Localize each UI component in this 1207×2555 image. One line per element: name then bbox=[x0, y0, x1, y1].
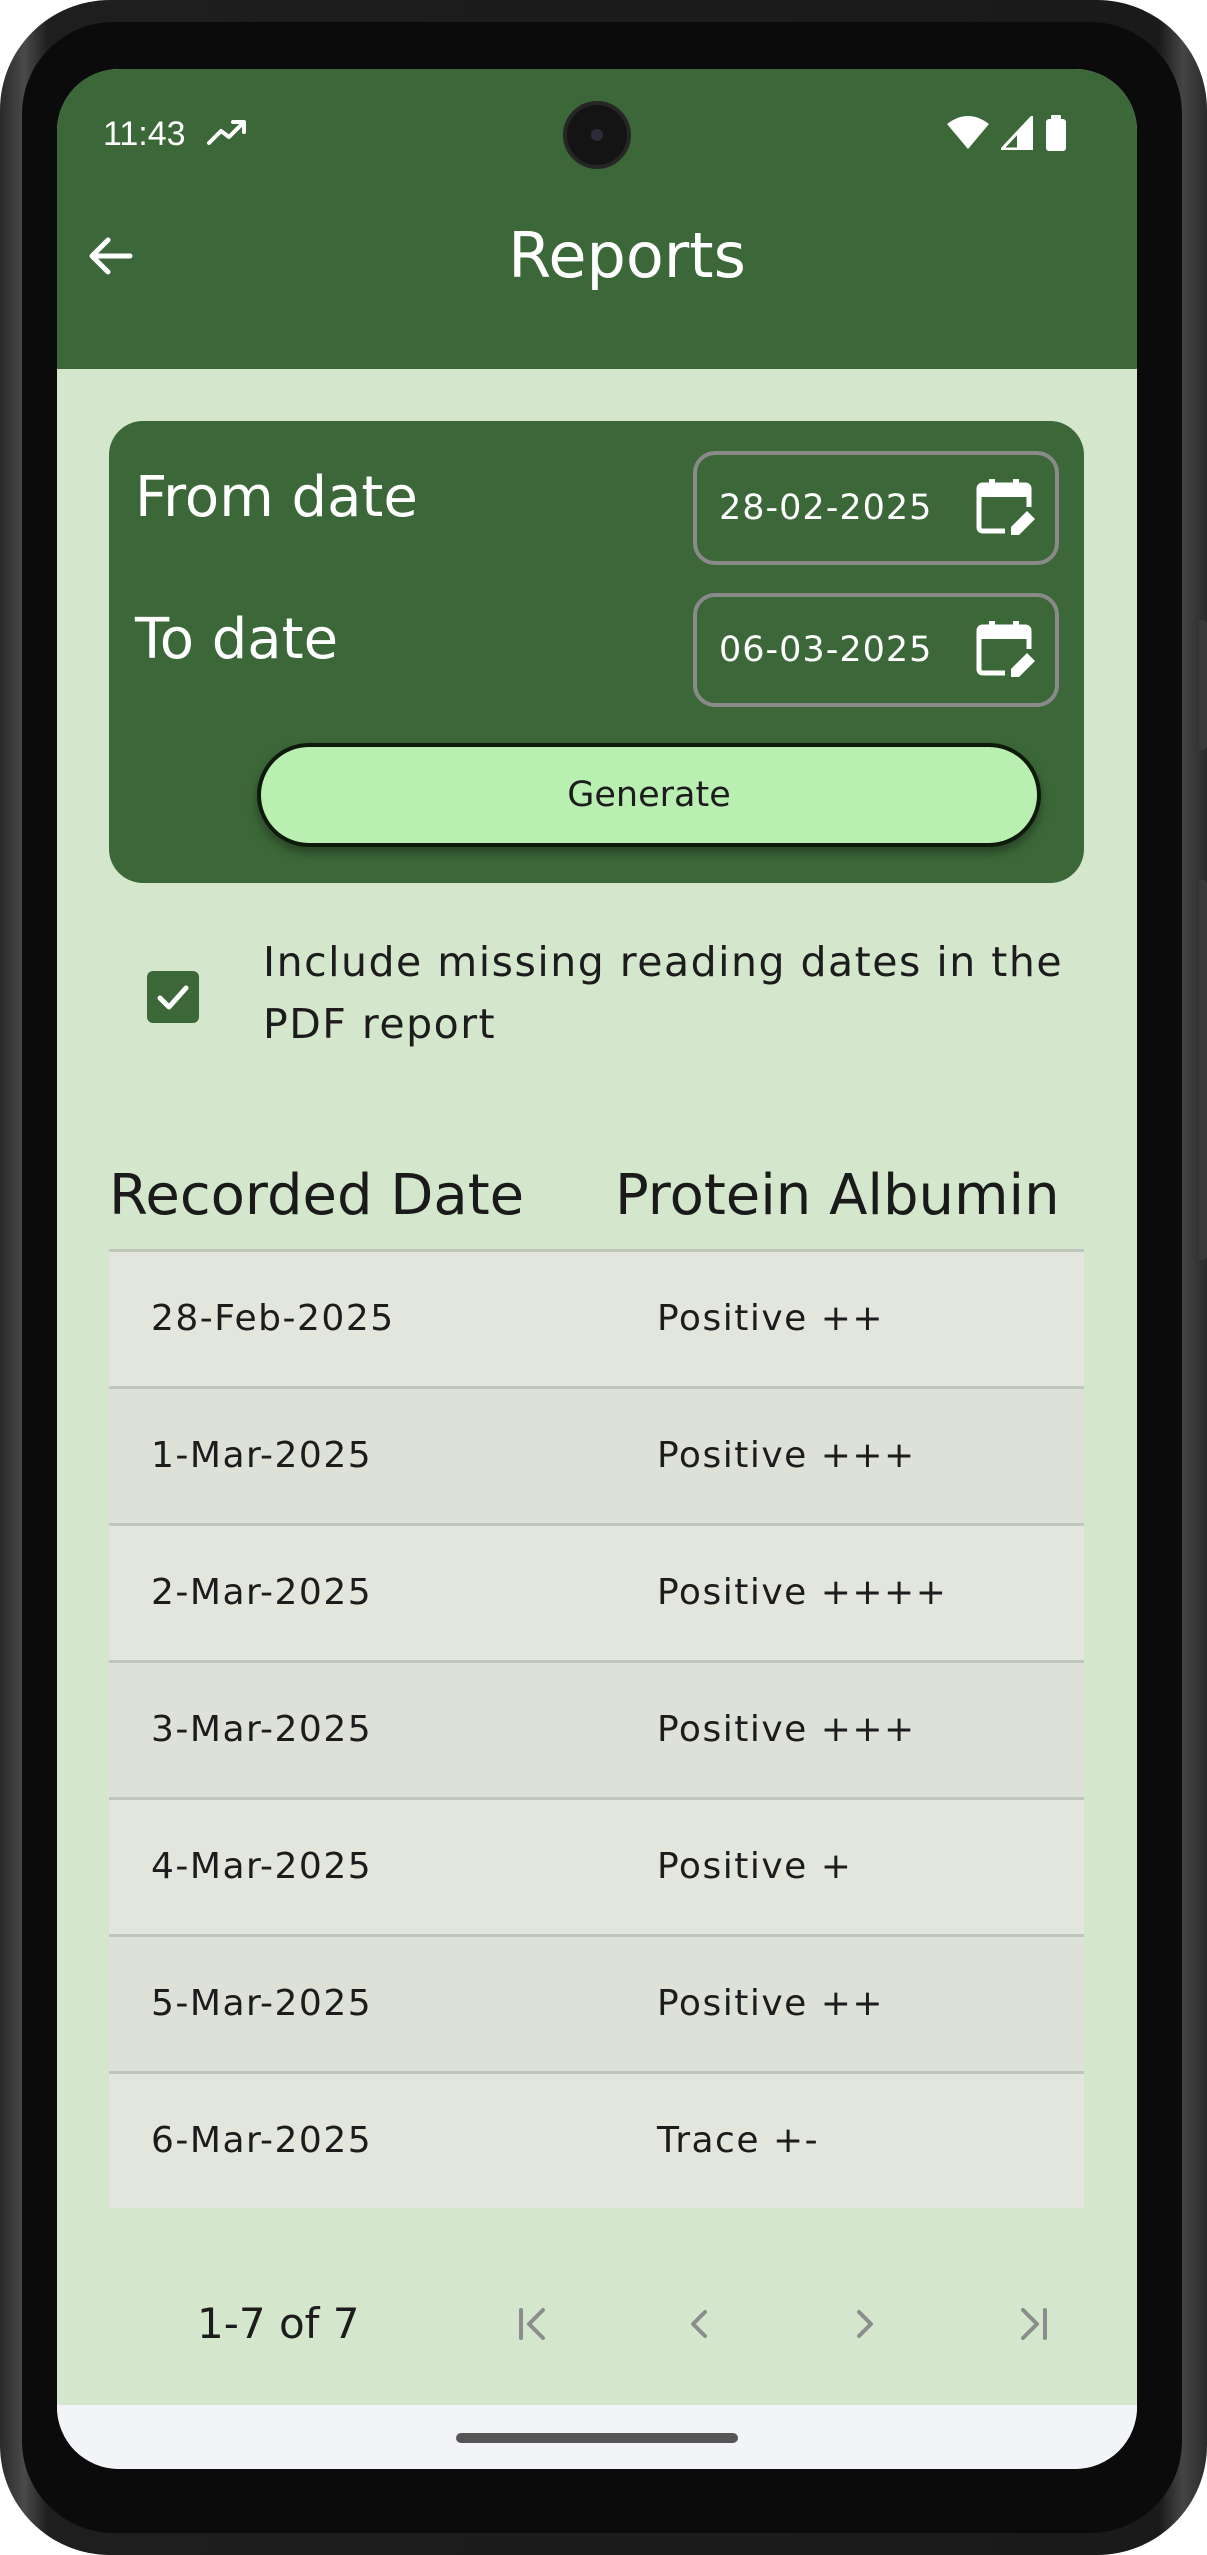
status-time: 11:43 bbox=[103, 115, 186, 153]
cell-date: 2-Mar-2025 bbox=[151, 1572, 373, 1613]
from-date-value: 28-02-2025 bbox=[719, 488, 933, 528]
cell-protein-albumin: Positive ++++ bbox=[657, 1572, 948, 1613]
screen: 11:43 Reports From date 28-02-2025 To da… bbox=[57, 69, 1137, 2469]
from-date-label: From date bbox=[135, 465, 418, 530]
pagination: 1-7 of 7 bbox=[109, 2279, 1084, 2369]
page-range-label: 1-7 of 7 bbox=[197, 2299, 360, 2348]
calendar-edit-icon[interactable] bbox=[975, 477, 1037, 539]
first-page-button[interactable] bbox=[503, 2294, 563, 2354]
power-button bbox=[1199, 880, 1207, 1260]
cell-signal-icon bbox=[1001, 116, 1033, 150]
table-body: 28-Feb-2025 Positive ++ 1-Mar-2025 Posit… bbox=[109, 1249, 1084, 2208]
cell-protein-albumin: Positive ++ bbox=[657, 1298, 885, 1339]
column-header-recorded-date[interactable]: Recorded Date bbox=[109, 1141, 524, 1251]
app-bar: Reports bbox=[57, 179, 1137, 369]
last-page-icon bbox=[1021, 2308, 1047, 2340]
calendar-edit-icon[interactable] bbox=[975, 619, 1037, 681]
table-row[interactable]: 28-Feb-2025 Positive ++ bbox=[109, 1249, 1084, 1386]
cell-protein-albumin: Positive ++ bbox=[657, 1983, 885, 2024]
cell-date: 4-Mar-2025 bbox=[151, 1846, 373, 1887]
gesture-nav-bar bbox=[57, 2405, 1137, 2469]
table-row[interactable]: 4-Mar-2025 Positive + bbox=[109, 1797, 1084, 1934]
previous-page-button[interactable] bbox=[669, 2294, 729, 2354]
next-page-button[interactable] bbox=[835, 2294, 895, 2354]
checkmark-icon bbox=[157, 985, 189, 1010]
table-row[interactable]: 2-Mar-2025 Positive ++++ bbox=[109, 1523, 1084, 1660]
to-date-value: 06-03-2025 bbox=[719, 630, 933, 670]
column-header-protein-albumin[interactable]: Protein Albumin bbox=[615, 1141, 1060, 1251]
status-icons bbox=[947, 115, 1067, 151]
table-row[interactable]: 5-Mar-2025 Positive ++ bbox=[109, 1934, 1084, 2071]
to-date-label: To date bbox=[135, 607, 339, 672]
cell-date: 6-Mar-2025 bbox=[151, 2120, 373, 2161]
table-header: Recorded Date Protein Albumin bbox=[109, 1141, 1084, 1251]
generate-button[interactable]: Generate bbox=[257, 743, 1041, 847]
include-missing-label: Include missing reading dates in the PDF… bbox=[263, 938, 1064, 1048]
volume-button bbox=[1199, 620, 1207, 750]
first-page-icon bbox=[519, 2308, 545, 2340]
cell-protein-albumin: Positive + bbox=[657, 1846, 853, 1887]
trending-up-icon bbox=[207, 120, 246, 145]
chevron-left-icon bbox=[691, 2310, 707, 2338]
include-missing-checkbox[interactable] bbox=[147, 971, 199, 1023]
chevron-right-icon bbox=[857, 2310, 873, 2338]
cell-date: 5-Mar-2025 bbox=[151, 1983, 373, 2024]
page-title: Reports bbox=[508, 219, 746, 292]
back-button[interactable] bbox=[65, 211, 155, 301]
table-row[interactable]: 6-Mar-2025 Trace +- bbox=[109, 2071, 1084, 2208]
cell-protein-albumin: Positive +++ bbox=[657, 1709, 916, 1750]
to-date-field[interactable]: 06-03-2025 bbox=[693, 593, 1059, 707]
table-row[interactable]: 1-Mar-2025 Positive +++ bbox=[109, 1386, 1084, 1523]
from-date-field[interactable]: 28-02-2025 bbox=[693, 451, 1059, 565]
table-row[interactable]: 3-Mar-2025 Positive +++ bbox=[109, 1660, 1084, 1797]
cell-date: 28-Feb-2025 bbox=[151, 1298, 395, 1339]
battery-icon bbox=[1046, 115, 1066, 151]
cell-protein-albumin: Positive +++ bbox=[657, 1435, 916, 1476]
last-page-button[interactable] bbox=[1003, 2294, 1063, 2354]
date-range-card: From date 28-02-2025 To date 06-03-2025 bbox=[109, 421, 1084, 883]
wifi-icon bbox=[947, 116, 989, 149]
front-camera bbox=[563, 101, 631, 169]
cell-date: 1-Mar-2025 bbox=[151, 1435, 373, 1476]
status-bar: 11:43 bbox=[57, 69, 1137, 179]
home-indicator[interactable] bbox=[456, 2433, 738, 2443]
arrow-left-icon bbox=[89, 237, 133, 275]
cell-date: 3-Mar-2025 bbox=[151, 1709, 373, 1750]
cell-protein-albumin: Trace +- bbox=[657, 2120, 820, 2161]
